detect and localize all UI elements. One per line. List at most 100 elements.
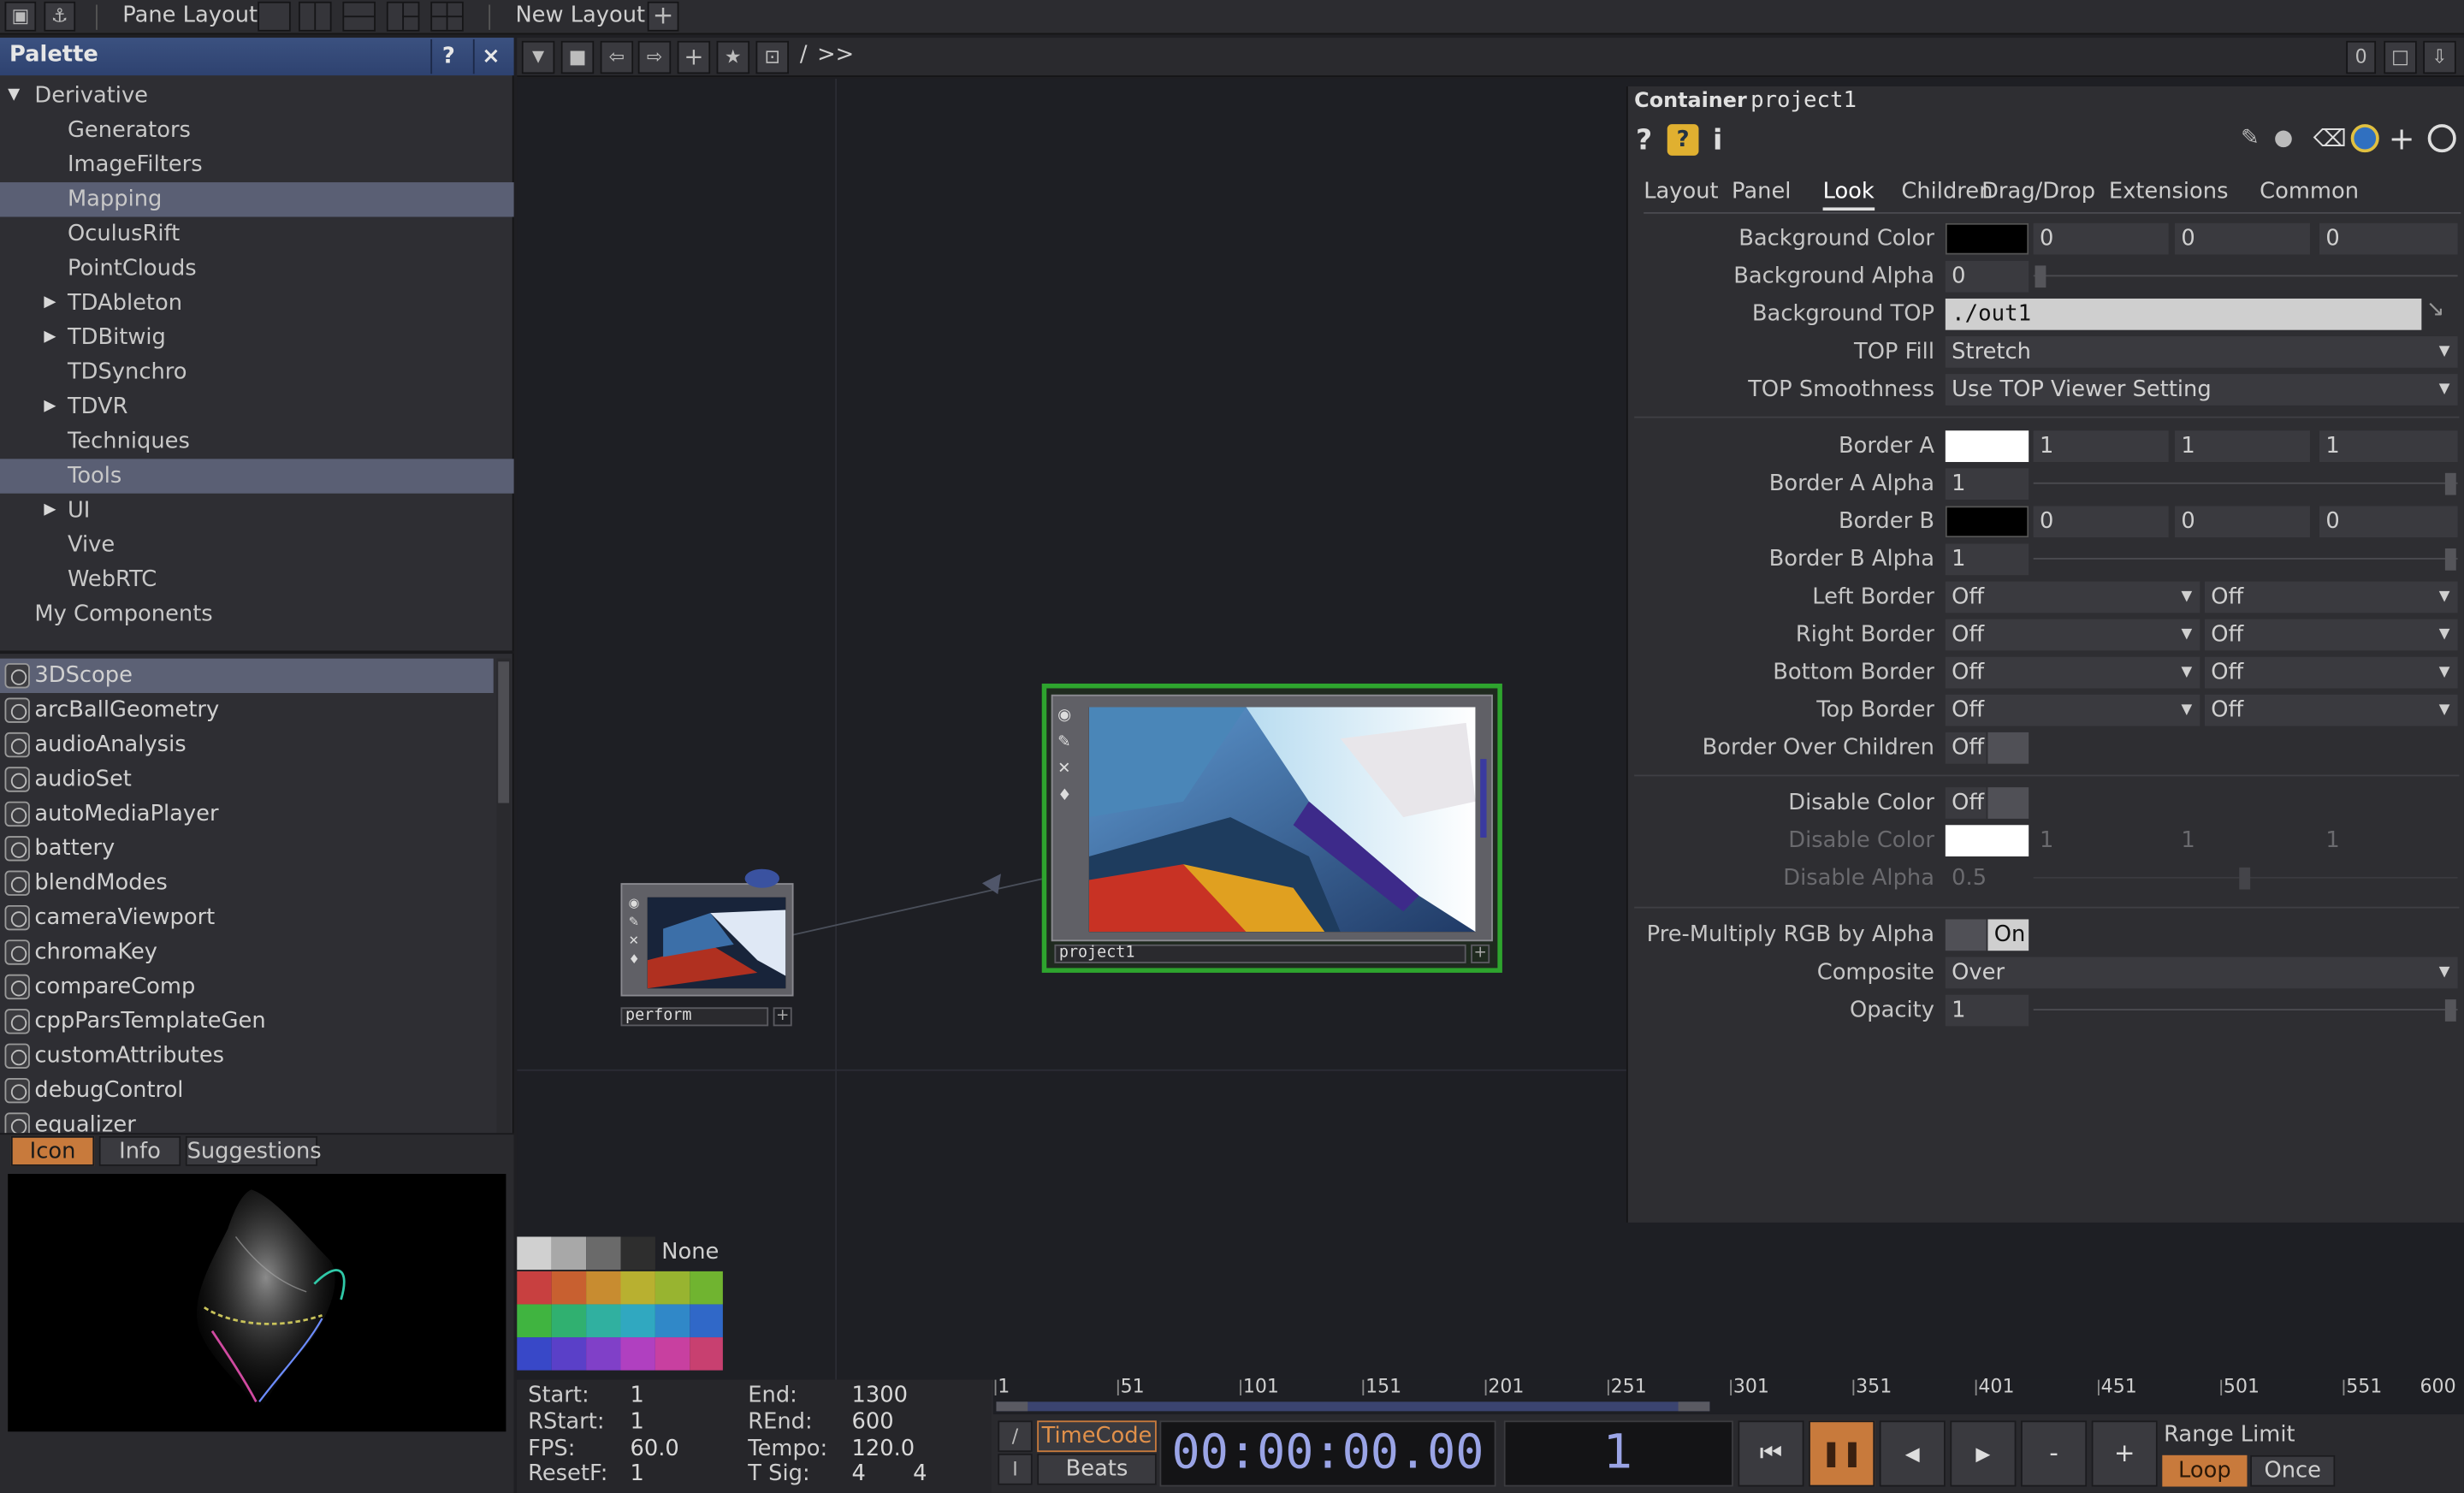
color-swatch-field[interactable]: [1945, 506, 2029, 538]
tab-info[interactable]: Info: [98, 1135, 181, 1166]
expand-right-icon[interactable]: ▶: [44, 286, 56, 320]
increase-button[interactable]: +: [2091, 1420, 2158, 1487]
right-border-a-dropdown[interactable]: Off: [1945, 619, 2200, 651]
bottom-border-b-dropdown[interactable]: Off: [2204, 656, 2458, 689]
tree-item-vive[interactable]: Vive: [0, 528, 514, 562]
component-item[interactable]: chromaKey: [0, 935, 494, 969]
add-icon[interactable]: +: [2389, 120, 2415, 157]
component-item[interactable]: arcBallGeometry: [0, 693, 494, 727]
pencil-icon[interactable]: ✎: [2241, 126, 2260, 151]
go-to-start-icon[interactable]: ⏮: [1738, 1420, 1804, 1487]
border-b-alpha-field[interactable]: 1: [1945, 543, 2029, 576]
once-button[interactable]: Once: [2250, 1454, 2336, 1487]
opacity-field[interactable]: 1: [1945, 994, 2029, 1027]
border-b-r[interactable]: 0: [2033, 506, 2169, 538]
tab-layout[interactable]: Layout: [1644, 179, 1718, 204]
forward-arrow-icon[interactable]: ⇨: [637, 40, 672, 74]
tree-item-webrtc[interactable]: WebRTC: [0, 563, 514, 597]
comment-bubble-icon[interactable]: [744, 868, 780, 888]
color-swatch[interactable]: [690, 1337, 723, 1371]
tree-item-mapping[interactable]: Mapping: [0, 182, 514, 217]
cursor-icon[interactable]: I: [998, 1453, 1033, 1485]
disable-color-b[interactable]: 1: [2319, 825, 2458, 856]
background-alpha-field[interactable]: 0: [1945, 260, 2029, 293]
back-arrow-icon[interactable]: ⇦: [600, 40, 634, 74]
tree-item-techniques[interactable]: Techniques: [0, 424, 514, 459]
border-b-alpha-slider[interactable]: [2033, 558, 2458, 560]
timecode-mode-button[interactable]: TimeCode: [1037, 1420, 1157, 1453]
layout-split-vertical-button[interactable]: [298, 1, 332, 32]
network-type-icon[interactable]: ⊡: [755, 40, 790, 74]
left-border-b-dropdown[interactable]: Off: [2204, 581, 2458, 613]
component-list-scrollbar[interactable]: [496, 658, 511, 1158]
color-swatch[interactable]: [690, 1304, 723, 1338]
tab-dragdrop[interactable]: Drag/Drop: [1981, 179, 2095, 204]
component-item[interactable]: cameraViewport: [0, 900, 494, 934]
component-item[interactable]: blendModes: [0, 866, 494, 900]
python-help-icon[interactable]: ?: [1667, 124, 1699, 156]
component-item[interactable]: customAttributes: [0, 1039, 494, 1073]
tree-item-ui[interactable]: ▶ UI: [0, 494, 514, 528]
opacity-slider[interactable]: [2033, 1009, 2458, 1010]
clone-icon[interactable]: ♦: [629, 951, 646, 969]
component-item[interactable]: 3DScope: [0, 658, 494, 693]
bottom-border-a-dropdown[interactable]: Off: [1945, 656, 2200, 689]
drag-arrow-icon[interactable]: ↘: [2426, 297, 2445, 322]
component-item[interactable]: audioAnalysis: [0, 727, 494, 761]
color-swatch-field[interactable]: [1945, 222, 2029, 255]
border-b-b[interactable]: 0: [2319, 506, 2458, 538]
toggle-knob[interactable]: [1987, 732, 2029, 764]
layout-four-button[interactable]: [430, 1, 464, 32]
expand-right-icon[interactable]: ▶: [44, 494, 56, 528]
tree-item-derivative[interactable]: ▼ Derivative: [0, 79, 514, 113]
color-swatch[interactable]: [586, 1236, 621, 1271]
bookmark-star-icon[interactable]: ★: [716, 40, 750, 74]
anchor-icon[interactable]: ⚓: [44, 1, 76, 32]
background-alpha-slider[interactable]: [2033, 275, 2458, 277]
bypass-icon[interactable]: ✕: [1057, 755, 1080, 782]
slider-knob[interactable]: [2444, 999, 2456, 1022]
comment-icon[interactable]: ●: [2274, 126, 2293, 151]
eraser-icon[interactable]: ⌫: [2313, 124, 2347, 152]
home-crosshair-icon[interactable]: +: [677, 40, 711, 74]
top-border-a-dropdown[interactable]: Off: [1945, 694, 2200, 726]
path-more[interactable]: >>: [817, 43, 854, 68]
color-swatch[interactable]: [620, 1304, 655, 1338]
color-swatch[interactable]: [517, 1337, 552, 1371]
menu-dropdown-icon[interactable]: ▼: [521, 40, 555, 74]
op-name-field[interactable]: project1: [1750, 88, 1857, 113]
color-swatch[interactable]: [620, 1271, 655, 1305]
viewer-handle[interactable]: [1480, 759, 1487, 838]
right-border-b-dropdown[interactable]: Off: [2204, 619, 2458, 651]
color-swatch[interactable]: [690, 1271, 723, 1305]
scrollbar-thumb[interactable]: [498, 661, 510, 803]
slider-knob[interactable]: [2035, 265, 2046, 288]
end-value[interactable]: 1300: [851, 1383, 907, 1407]
image-icon[interactable]: ▣: [4, 1, 37, 32]
rend-value[interactable]: 600: [851, 1410, 893, 1435]
color-swatch[interactable]: [654, 1304, 690, 1338]
component-item[interactable]: audioSet: [0, 762, 494, 797]
add-layout-button[interactable]: +: [647, 1, 679, 32]
expand-right-icon[interactable]: ▶: [44, 321, 56, 355]
expand-right-icon[interactable]: ▶: [44, 390, 56, 424]
tree-item-imagefilters[interactable]: ImageFilters: [0, 148, 514, 182]
disable-color-r[interactable]: 1: [2034, 825, 2169, 856]
background-color-r[interactable]: 0: [2033, 222, 2169, 255]
tab-common[interactable]: Common: [2260, 179, 2359, 204]
color-swatch[interactable]: [586, 1271, 621, 1305]
timeline-ruler[interactable]: 1 51 101 151 201 251 301 351 401 451 501…: [992, 1375, 2464, 1415]
color-swatch[interactable]: [654, 1271, 690, 1305]
node-add-icon[interactable]: +: [1471, 944, 1490, 963]
range-bar[interactable]: [996, 1401, 1710, 1412]
palette-close-button[interactable]: ×: [472, 39, 507, 74]
disable-color-toggle[interactable]: Off: [1945, 787, 1987, 819]
background-color-b[interactable]: 0: [2319, 222, 2458, 255]
beats-mode-button[interactable]: Beats: [1037, 1453, 1157, 1485]
frame-display[interactable]: 1: [1503, 1420, 1733, 1487]
tab-icon[interactable]: Icon: [10, 1135, 95, 1166]
pencil-icon[interactable]: ✎: [1057, 729, 1080, 755]
color-swatch[interactable]: [551, 1337, 587, 1371]
slider-knob[interactable]: [2444, 472, 2456, 495]
tree-item-pointclouds[interactable]: PointClouds: [0, 252, 514, 286]
